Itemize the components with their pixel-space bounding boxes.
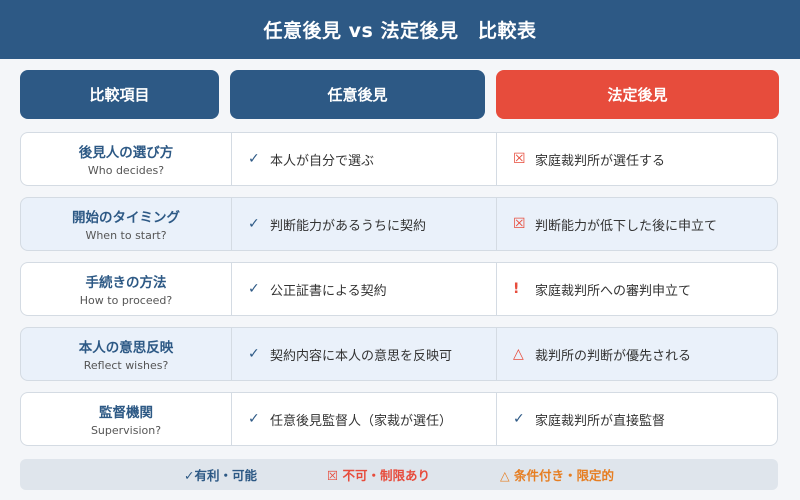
cell-text: 家庭裁判所が直接監督 — [535, 413, 666, 429]
row-label-jp: 開始のタイミング — [72, 210, 180, 226]
cell-text: 公正証書による契約 — [270, 283, 387, 299]
row-label-jp: 後見人の選び方 — [78, 145, 174, 161]
row-label: 監督機関 Supervision? — [21, 393, 232, 445]
voluntary-cell: ✓ 判断能力があるうちに契約 — [232, 198, 497, 250]
legend-ok: ✓有利・可能 — [183, 468, 257, 483]
legend-ng: ☒ 不可・制限あり — [326, 468, 431, 483]
table-row: 手続きの方法 How to proceed? ✓ 公正証書による契約! 家庭裁判所への審… — [20, 262, 778, 316]
statutory-cell: ✓ 家庭裁判所が直接監督 — [497, 393, 777, 445]
cross-box-icon: ☒ — [513, 216, 526, 232]
header-voluntary-guardianship: 任意後見 — [230, 70, 485, 119]
check-icon: ✓ — [248, 281, 260, 297]
page-title: 任意後見 vs 法定後見 比較表 — [0, 0, 800, 59]
cell-text: 契約内容に本人の意思を反映可 — [270, 348, 453, 364]
check-icon: ✓ — [248, 411, 260, 427]
row-label-jp: 本人の意思反映 — [78, 340, 174, 356]
row-label: 後見人の選び方 Who decides? — [21, 133, 232, 185]
row-label-en: How to proceed? — [79, 294, 173, 307]
check-icon: ✓ — [513, 411, 525, 427]
legend-conditional: △ 条件付き・限定的 — [500, 468, 614, 483]
cross-box-icon: ☒ — [513, 151, 526, 167]
legend: ✓有利・可能 ☒ 不可・制限あり △ 条件付き・限定的 — [20, 459, 778, 490]
statutory-cell: ☒ 判断能力が低下した後に申立て — [497, 198, 777, 250]
row-label: 開始のタイミング When to start? — [21, 198, 232, 250]
check-icon: ✓ — [248, 216, 260, 232]
row-label-en: Supervision? — [90, 424, 162, 437]
triangle-icon: △ — [513, 346, 524, 362]
voluntary-cell: ✓ 契約内容に本人の意思を反映可 — [232, 328, 497, 380]
cell-text: 任意後見監督人（家裁が選任） — [270, 413, 453, 429]
row-label: 手続きの方法 How to proceed? — [21, 263, 232, 315]
table-row: 後見人の選び方 Who decides? ✓ 本人が自分で選ぶ ☒ 家庭裁判所が選任する — [20, 132, 778, 186]
voluntary-cell: ✓ 本人が自分で選ぶ — [232, 133, 497, 185]
exclamation-icon: ! — [513, 281, 520, 297]
statutory-cell: △ 裁判所の判断が優先される — [497, 328, 777, 380]
row-label-jp: 手続きの方法 — [85, 275, 167, 291]
cell-text: 裁判所の判断が優先される — [535, 348, 692, 364]
row-label: 本人の意思反映 Reflect wishes? — [21, 328, 232, 380]
row-label-en: Reflect wishes? — [83, 359, 169, 372]
table-row: 本人の意思反映 Reflect wishes? ✓ 契約内容に本人の意思を反映可 △ 裁判… — [20, 327, 778, 381]
statutory-cell: ☒ 家庭裁判所が選任する — [497, 133, 777, 185]
table-row: 監督機関 Supervision? ✓ 任意後見監督人（家裁が選任） ✓ 家庭裁判所が直接… — [20, 392, 778, 446]
cell-text: 判断能力があるうちに契約 — [270, 218, 427, 234]
row-label-en: When to start? — [85, 229, 167, 242]
row-label-en: Who decides? — [87, 164, 165, 177]
voluntary-cell: ✓ 公正証書による契約 — [232, 263, 497, 315]
check-icon: ✓ — [248, 346, 260, 362]
voluntary-cell: ✓ 任意後見監督人（家裁が選任） — [232, 393, 497, 445]
cell-text: 家庭裁判所への審判申立て — [535, 283, 692, 299]
cell-text: 家庭裁判所が選任する — [535, 153, 666, 169]
header-statutory-guardianship: 法定後見 — [496, 70, 779, 119]
header-comparison-item: 比較項目 — [20, 70, 219, 119]
table-row: 開始のタイミング When to start? ✓ 判断能力があるうちに契約 ☒ 判断能力… — [20, 197, 778, 251]
statutory-cell: ! 家庭裁判所への審判申立て — [497, 263, 777, 315]
check-icon: ✓ — [248, 151, 260, 167]
cell-text: 本人が自分で選ぶ — [270, 153, 375, 169]
row-label-jp: 監督機関 — [99, 405, 153, 421]
cell-text: 判断能力が低下した後に申立て — [535, 218, 718, 234]
